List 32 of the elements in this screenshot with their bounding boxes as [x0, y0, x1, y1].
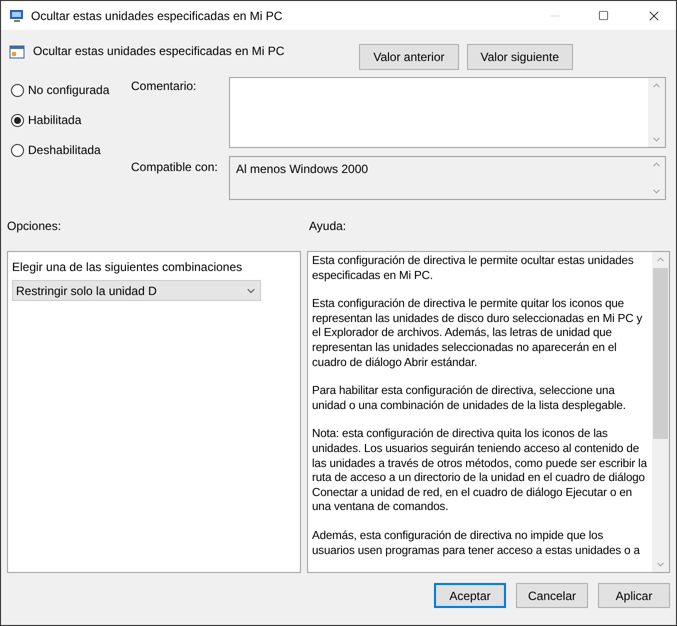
- scroll-thumb[interactable]: [653, 268, 668, 439]
- nav-button[interactable]: Valor siguiente: [466, 44, 573, 70]
- help-paragraph: Esta configuración de directiva le permite ocultar estas unidades especificadas en Mi PC.: [312, 254, 634, 284]
- compatible-label: Compatible con:: [131, 159, 219, 176]
- radio-icon: [11, 84, 24, 96]
- comment-label: Comentario:: [131, 78, 198, 95]
- radio-icon: [11, 114, 24, 126]
- scroll-bar[interactable]: [648, 78, 665, 147]
- drive-dropdown[interactable]: Restringir solo la unidad D: [12, 280, 261, 301]
- compatible-value: Al menos Windows 2000: [235, 161, 370, 178]
- state-radio[interactable]: Deshabilitada: [11, 141, 131, 159]
- policy-title: Ocultar estas unidades especificadas en Mi PC: [33, 43, 284, 60]
- nav-button[interactable]: Valor anterior: [359, 44, 458, 70]
- computer-icon: [9, 8, 25, 24]
- help-paragraph: Esta configuración de directiva le permite quitar los iconos que representan las unidades de disco duro seleccionadas en Mi PC y el Explorador de archivos. Además, las letras de unidad que representan las unidades seleccionadas no aparecerán en el cuadro de diálogo Abrir estándar.: [312, 297, 644, 370]
- comment-field[interactable]: [229, 77, 666, 148]
- help-label: Ayuda:: [309, 218, 346, 235]
- maximize-icon[interactable]: [598, 10, 609, 21]
- state-radio[interactable]: Habilitada: [11, 111, 131, 129]
- options-label: Opciones:: [7, 218, 62, 235]
- state-radio[interactable]: No configurada: [11, 81, 131, 99]
- radio-icon: [11, 144, 24, 156]
- help-paragraph: Además, esta configuración de directiva no impide que los usuarios usen programas para tener acceso a estas unidades o a: [312, 528, 641, 558]
- window-title: Ocultar estas unidades especificadas en Mi PC: [31, 8, 282, 24]
- options-prompt: Elegir una de las siguientes combinaciones: [12, 259, 244, 276]
- policy-icon: [9, 44, 25, 60]
- dialog-button[interactable]: Aplicar: [598, 583, 670, 608]
- dialog-button[interactable]: Aceptar: [434, 583, 506, 608]
- help-paragraph: Para habilitar esta configuración de directiva, seleccione una unidad o una combinación de unidades de la lista desplegable.: [312, 384, 627, 414]
- help-paragraph: Nota: esta configuración de directiva quita los iconos de las unidades. Los usuarios seguirán teniendo acceso al contenido de las unidades a través de otros métodos, como puede ser escribir la ruta de acceso a un directorio de la unidad en el cuadro de diálogo Conectar a unidad de red, en el cuadro de diálogo Ejecutar o en una ventana de comandos.: [312, 427, 648, 515]
- scroll-bar[interactable]: [652, 252, 669, 572]
- dialog-button[interactable]: Cancelar: [516, 583, 588, 608]
